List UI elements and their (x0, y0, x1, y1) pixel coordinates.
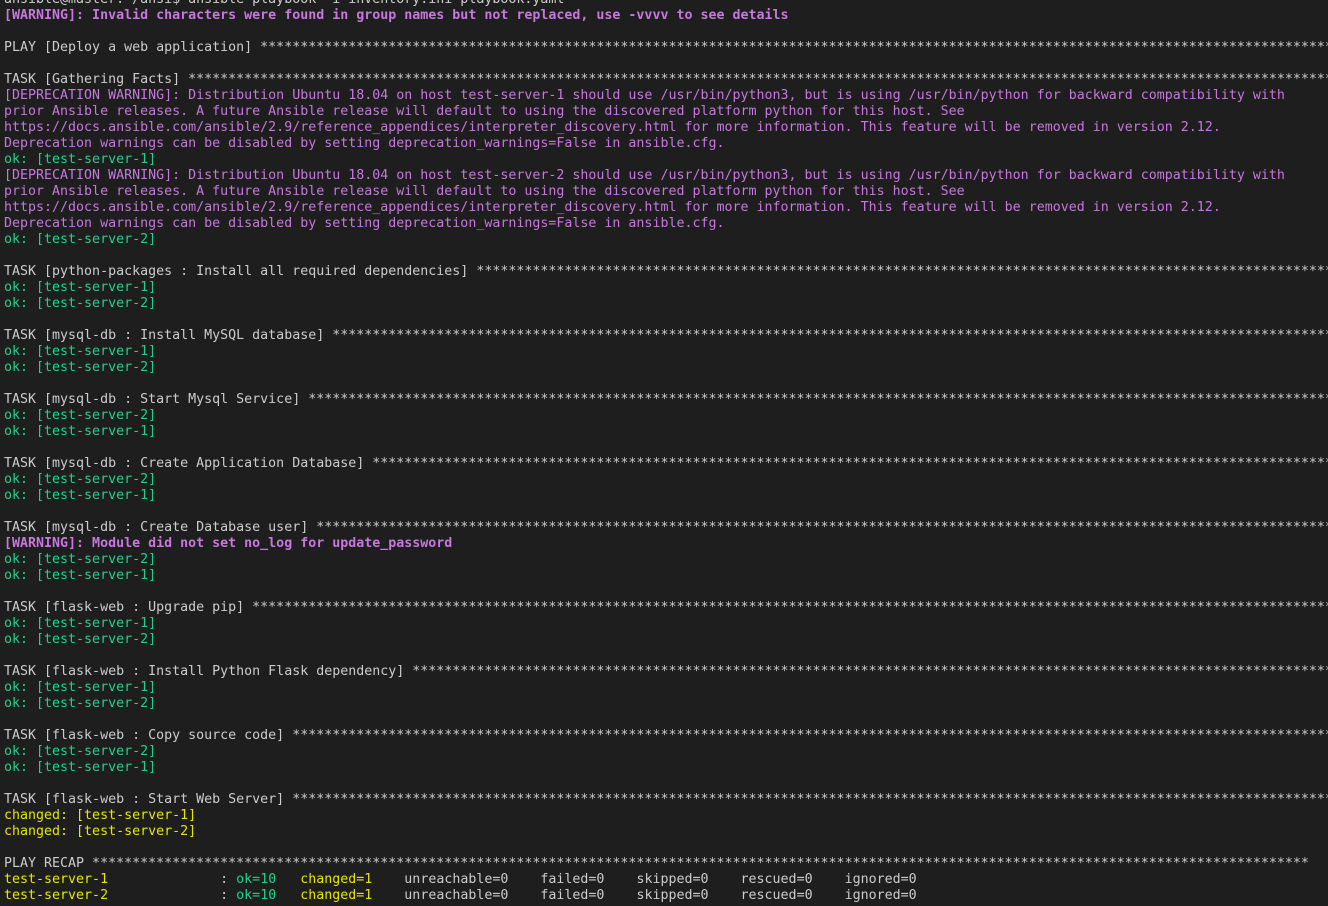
play-header: PLAY [Deploy a web application] ********… (4, 40, 1328, 55)
recap-separator: : (108, 888, 237, 903)
recap-changed-count: changed=1 (276, 872, 373, 887)
task-header-flask-copy-source: TASK [flask-web : Copy source code] ****… (4, 728, 1328, 743)
task-header-flask-dependency: TASK [flask-web : Install Python Flask d… (4, 664, 1328, 679)
task-result-ok: ok: [test-server-2] (4, 472, 157, 487)
recap-other-counts: unreachable=0 failed=0 skipped=0 rescued… (372, 888, 917, 903)
task-header-gathering-facts: TASK [Gathering Facts] *****************… (4, 72, 1328, 87)
deprecation-warning-url: https://docs.ansible.com/ansible/2.9/ref… (4, 120, 1221, 135)
task-result-ok: ok: [test-server-2] (4, 552, 157, 567)
task-result-ok: ok: [test-server-1] (4, 616, 157, 631)
recap-ok-count: ok=10 (236, 888, 277, 903)
task-result-ok: ok: [test-server-1] (4, 424, 157, 439)
recap-host: test-server-2 (4, 888, 109, 903)
task-header-mysql-create-user: TASK [mysql-db : Create Database user] *… (4, 520, 1328, 535)
recap-separator: : (108, 872, 237, 887)
deprecation-warning: Deprecation warnings can be disabled by … (4, 136, 725, 151)
task-result-ok: ok: [test-server-1] (4, 152, 157, 167)
deprecation-warning: [DEPRECATION WARNING]: Distribution Ubun… (4, 168, 1285, 183)
task-result-ok: ok: [test-server-1] (4, 760, 157, 775)
recap-ok-count: ok=10 (236, 872, 277, 887)
task-result-ok: ok: [test-server-2] (4, 744, 157, 759)
recap-other-counts: unreachable=0 failed=0 skipped=0 rescued… (372, 872, 917, 887)
task-result-ok: ok: [test-server-1] (4, 680, 157, 695)
task-result-changed: changed: [test-server-1] (4, 808, 197, 823)
prompt-line: ansible@master:~/ansi$ ansible-playbook … (4, 0, 1328, 8)
task-result-ok: ok: [test-server-2] (4, 232, 157, 247)
task-header-mysql-install: TASK [mysql-db : Install MySQL database]… (4, 328, 1328, 343)
recap-row-test-server-2: test-server-2 : ok=10 changed=1 unreacha… (4, 888, 1328, 904)
play-recap-header: PLAY RECAP *****************************… (4, 856, 1309, 871)
task-result-ok: ok: [test-server-1] (4, 568, 157, 583)
task-header-mysql-start: TASK [mysql-db : Start Mysql Service] **… (4, 392, 1328, 407)
deprecation-warning: Deprecation warnings can be disabled by … (4, 216, 725, 231)
task-result-ok: ok: [test-server-1] (4, 280, 157, 295)
task-result-ok: ok: [test-server-2] (4, 360, 157, 375)
task-result-ok: ok: [test-server-1] (4, 488, 157, 503)
deprecation-warning: [DEPRECATION WARNING]: Distribution Ubun… (4, 88, 1285, 103)
task-result-ok: ok: [test-server-1] (4, 344, 157, 359)
warning-no-log: [WARNING]: Module did not set no_log for… (4, 536, 453, 551)
recap-row-test-server-1: test-server-1 : ok=10 changed=1 unreacha… (4, 872, 1328, 888)
task-header-python-packages: TASK [python-packages : Install all requ… (4, 264, 1328, 279)
task-result-changed: changed: [test-server-2] (4, 824, 197, 839)
deprecation-warning-url: https://docs.ansible.com/ansible/2.9/ref… (4, 200, 1221, 215)
task-header-flask-upgrade-pip: TASK [flask-web : Upgrade pip] *********… (4, 600, 1328, 615)
task-result-ok: ok: [test-server-2] (4, 408, 157, 423)
deprecation-warning: prior Ansible releases. A future Ansible… (4, 184, 965, 199)
task-result-ok: ok: [test-server-2] (4, 696, 157, 711)
terminal-window[interactable]: ansible@master:~/ansi$ ansible-playbook … (0, 0, 1328, 906)
deprecation-warning: prior Ansible releases. A future Ansible… (4, 104, 965, 119)
recap-host: test-server-1 (4, 872, 109, 887)
task-header-mysql-create-db: TASK [mysql-db : Create Application Data… (4, 456, 1328, 471)
warning-group-names: [WARNING]: Invalid characters were found… (4, 8, 789, 23)
task-result-ok: ok: [test-server-2] (4, 632, 157, 647)
task-header-flask-start-server: TASK [flask-web : Start Web Server] ****… (4, 792, 1328, 807)
recap-changed-count: changed=1 (276, 888, 373, 903)
task-result-ok: ok: [test-server-2] (4, 296, 157, 311)
